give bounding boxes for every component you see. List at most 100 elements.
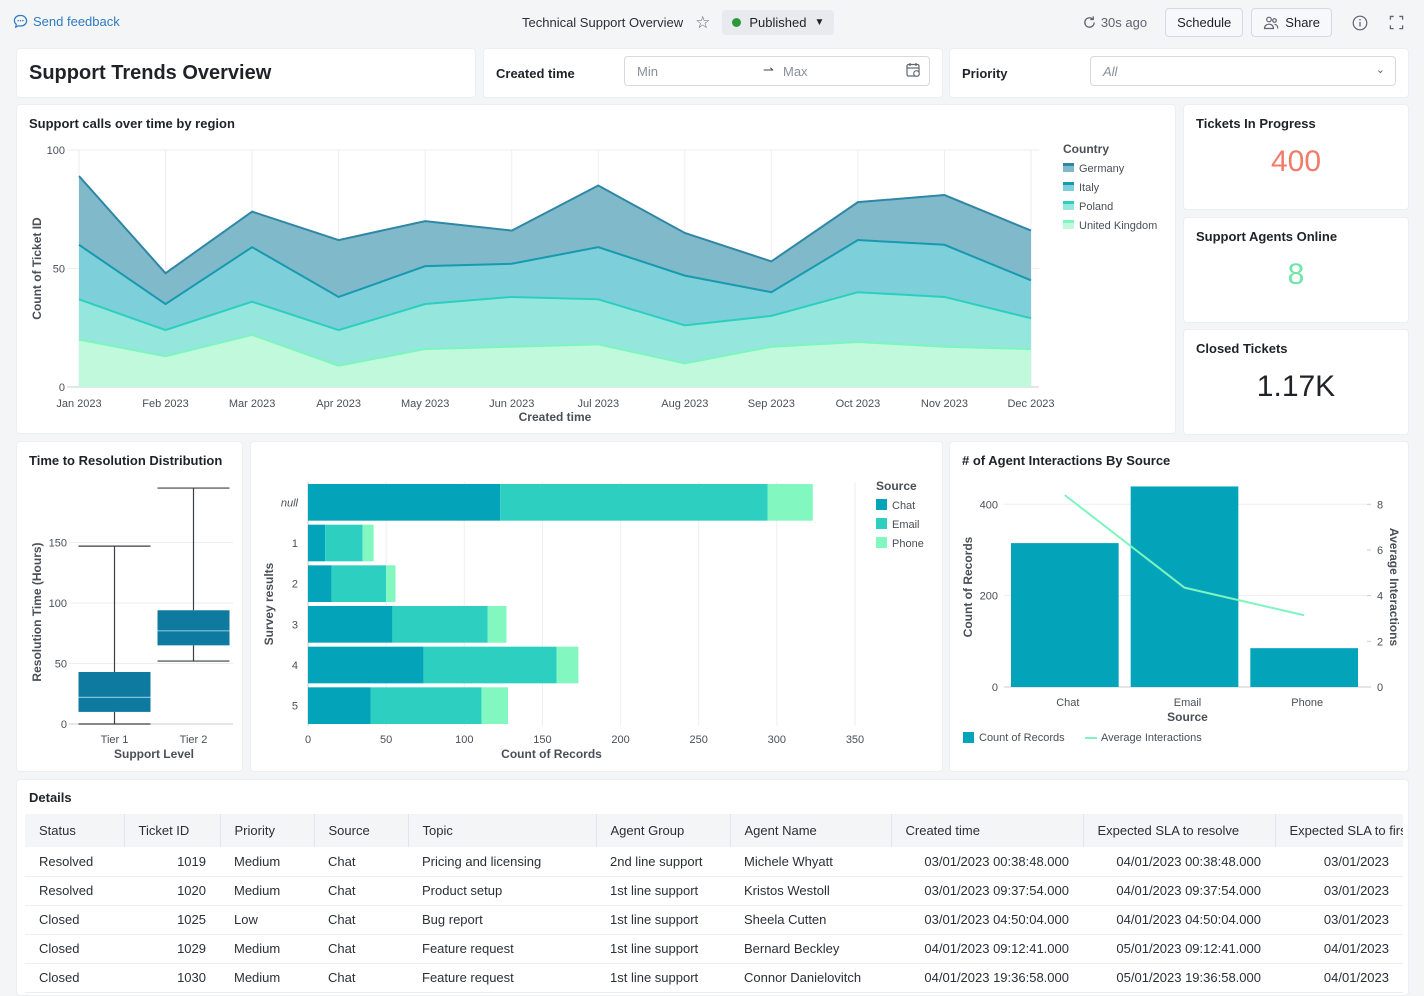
column-header-expected-sla-to-resolve[interactable]: Expected SLA to resolve xyxy=(1083,814,1276,847)
top-bar: Send feedback Technical Support Overview… xyxy=(0,0,1424,44)
legend-swatch xyxy=(963,732,974,743)
created-time-max-input[interactable]: Max xyxy=(783,64,808,79)
agent-interactions-combo-chart: 0 200 400 0 2 4 6 8 Chat Email Phone Source Count of… xyxy=(961,486,1401,744)
y-axis-title: Survey results xyxy=(262,562,276,645)
table-row[interactable]: Closed 1030 Medium Chat Feature request 1st l… xyxy=(25,963,1403,993)
info-button[interactable] xyxy=(1346,9,1374,37)
title-card: Support Trends Overview xyxy=(16,48,476,98)
cell-source: Chat xyxy=(314,847,408,877)
calendar-icon[interactable] xyxy=(906,62,921,81)
x-tick-label: 50 xyxy=(380,734,392,746)
bar-segment-phone xyxy=(386,565,396,602)
cell-topic: Pricing and licensing xyxy=(408,847,596,877)
legend-label: Germany xyxy=(1079,163,1125,175)
table-row[interactable]: Resolved 1019 Medium Chat Pricing and licens… xyxy=(25,847,1403,877)
created-time-label: Created time xyxy=(496,66,575,81)
x-tick-label: Dec 2023 xyxy=(1007,398,1054,410)
created-time-range-input[interactable]: Min ⇀ Max xyxy=(624,56,930,86)
legend-label: Poland xyxy=(1079,201,1113,213)
refresh-button[interactable]: 30s ago xyxy=(1082,15,1147,30)
cell-agent-group: 2nd line support xyxy=(596,847,730,877)
table-row[interactable]: Closed 1029 Medium Chat Feature request 1st l… xyxy=(25,934,1403,964)
y-tick-label: 100 xyxy=(47,145,65,157)
send-feedback-link[interactable]: Send feedback xyxy=(13,14,120,29)
cell-topic: Product setup xyxy=(408,876,596,906)
column-header-agent-group[interactable]: Agent Group xyxy=(596,814,731,847)
cell-agent-name: Kristos Westoll xyxy=(730,876,891,906)
legend-swatch xyxy=(876,499,887,510)
cell-priority: Low xyxy=(220,905,314,935)
cell-expected-sla-to-resolve: 05/01/2023 09:12:41.000 xyxy=(1083,934,1275,964)
bar-segment-phone xyxy=(487,606,507,643)
y2-tick-label: 8 xyxy=(1377,499,1383,511)
schedule-button[interactable]: Schedule xyxy=(1165,8,1244,37)
bar-segment-phone xyxy=(767,484,813,521)
column-header-expected-sla-to-first-response[interactable]: Expected SLA to first response xyxy=(1275,814,1404,847)
cell-expected-sla-to-first-response: 04/01/2023 xyxy=(1275,934,1403,964)
x-tick-label: 350 xyxy=(846,734,864,746)
share-button[interactable]: Share xyxy=(1251,8,1332,37)
x-axis-title: Source xyxy=(1167,710,1208,724)
column-header-agent-name[interactable]: Agent Name xyxy=(730,814,892,847)
cell-agent-group: 1st line support xyxy=(596,934,730,964)
table-row[interactable]: Closed 1025 Low Chat Bug report 1st line supp… xyxy=(25,905,1403,935)
y-tick-label: 50 xyxy=(53,264,65,276)
created-time-min-input[interactable]: Min xyxy=(637,64,658,79)
fullscreen-button[interactable] xyxy=(1382,9,1410,37)
legend-swatch-line xyxy=(1063,182,1074,185)
legend-label: Count of Records xyxy=(979,732,1065,744)
bar-segment-phone xyxy=(362,524,374,562)
y-tick-label: 1 xyxy=(292,538,298,550)
x-tick-label: Tier 1 xyxy=(101,734,129,746)
table-row[interactable]: Resolved 1020 Medium Chat Product setup 1st l… xyxy=(25,876,1403,906)
cell-agent-name: Bernard Beckley xyxy=(730,934,891,964)
column-header-status[interactable]: Status xyxy=(25,814,125,847)
x-tick-label: May 2023 xyxy=(401,398,449,410)
favorite-star-icon[interactable]: ☆ xyxy=(695,13,710,33)
x-tick-label: 150 xyxy=(533,734,551,746)
column-header-ticket-id[interactable]: Ticket ID xyxy=(124,814,221,847)
bar-segment-chat xyxy=(308,484,501,521)
survey-results-card: 0 50 100 150 200 250 300 350 null 1 2 3 4 5 Count of R… xyxy=(250,441,943,772)
kpi-title: Tickets In Progress xyxy=(1196,116,1316,131)
cell-agent-name: Michele Whyatt xyxy=(730,847,891,877)
publish-status-dropdown[interactable]: Published ▼ xyxy=(722,10,835,35)
y-tick-label: 150 xyxy=(49,538,67,550)
agent-interactions-card: # of Agent Interactions By Source 0 200 40… xyxy=(949,441,1409,772)
priority-select[interactable]: All ⌄ xyxy=(1090,56,1396,86)
legend-swatch-line xyxy=(1063,220,1074,223)
cell-source: Chat xyxy=(314,963,408,993)
bar-segment-chat xyxy=(308,687,371,724)
share-label: Share xyxy=(1285,15,1320,30)
cell-expected-sla-to-first-response: 03/01/2023 xyxy=(1275,905,1403,935)
legend-title: Country xyxy=(1063,142,1109,156)
x-tick-label: Sep 2023 xyxy=(748,398,795,410)
x-tick-label: Email xyxy=(1174,697,1202,709)
column-header-priority[interactable]: Priority xyxy=(220,814,315,847)
column-header-source[interactable]: Source xyxy=(314,814,409,847)
cell-priority: Medium xyxy=(220,963,314,993)
y2-axis-title: Average Interactions xyxy=(1387,528,1401,647)
page-title: Support Trends Overview xyxy=(29,62,272,84)
bar-segment-phone xyxy=(556,646,579,684)
cell-status: Resolved xyxy=(25,876,124,906)
cell-created-time: 03/01/2023 04:50:04.000 xyxy=(891,905,1083,935)
x-tick-label: 200 xyxy=(611,734,629,746)
details-table: Status Ticket ID Priority Source Topic Agent … xyxy=(25,814,1403,993)
bar-segment-chat xyxy=(308,524,326,562)
y-tick-label: 50 xyxy=(55,659,67,671)
kpi-value: 400 xyxy=(1270,145,1322,178)
x-tick-label: Phone xyxy=(1291,697,1323,709)
priority-label: Priority xyxy=(962,66,1008,81)
cell-source: Chat xyxy=(314,934,408,964)
cell-status: Closed xyxy=(25,934,124,964)
x-tick-label: Jun 2023 xyxy=(489,398,534,410)
cell-expected-sla-to-first-response: 03/01/2023 xyxy=(1275,847,1403,877)
column-header-topic[interactable]: Topic xyxy=(408,814,597,847)
x-tick-label: 100 xyxy=(455,734,473,746)
y-tick-label: 200 xyxy=(980,591,998,603)
bar-segment-email xyxy=(500,484,768,521)
column-header-created-time[interactable]: Created time xyxy=(891,814,1084,847)
cell-ticket-id: 1025 xyxy=(124,905,220,935)
bar-chat xyxy=(1011,543,1119,687)
